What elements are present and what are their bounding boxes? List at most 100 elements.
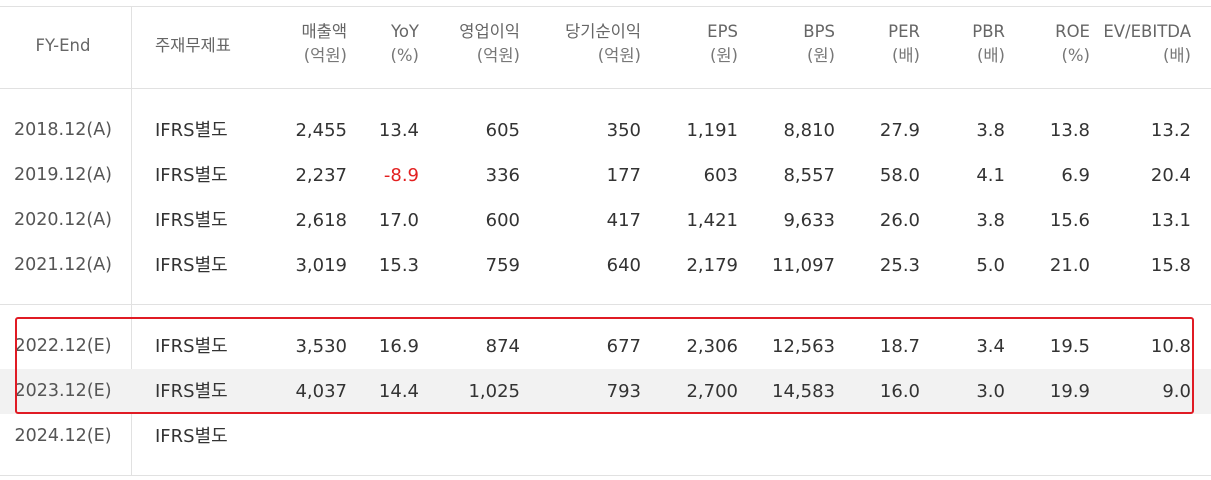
yoy-cell: 15.3 [378, 255, 419, 276]
table-row: 2024.12(E) IFRS별도 [0, 414, 1211, 459]
header-net-income: 당기순이익 (억원) [565, 20, 641, 68]
header-revenue: 매출액 (억원) [301, 20, 347, 68]
header-unit: (억원) [597, 46, 641, 65]
header-unit: (배) [1162, 46, 1191, 65]
table-row: 2019.12(A) IFRS별도 2,237 -8.9 336 177 603 8,557 5… [0, 153, 1211, 198]
eps-cell: 1,421 [686, 210, 738, 231]
roe-cell: 19.5 [1049, 336, 1090, 357]
fy-cell: 2022.12(E) [14, 336, 112, 356]
eps-cell: 1,191 [686, 120, 738, 141]
revenue-cell: 2,618 [295, 210, 347, 231]
net-income-cell: 793 [606, 381, 641, 402]
financial-summary-table: FY-End 주재무제표 매출액 (억원) YoY (%) 영업이익 (억원) … [0, 0, 1211, 480]
ev-ebitda-cell: 15.8 [1150, 255, 1191, 276]
ev-ebitda-cell: 20.4 [1150, 165, 1191, 186]
table-row: 2021.12(A) IFRS별도 3,019 15.3 759 640 2,179 11,0… [0, 243, 1211, 288]
eps-cell: 2,700 [686, 381, 738, 402]
pbr-cell: 3.8 [976, 120, 1005, 141]
statement-cell: IFRS별도 [155, 255, 228, 276]
column-divider [131, 6, 132, 88]
pbr-cell: 4.1 [976, 165, 1005, 186]
revenue-cell: 4,037 [295, 381, 347, 402]
fy-cell: 2018.12(A) [14, 120, 112, 140]
bps-cell: 12,563 [772, 336, 835, 357]
header-unit: (%) [1061, 46, 1090, 65]
header-unit: (억원) [476, 46, 520, 65]
header-label: ROE [1055, 22, 1090, 41]
statement-cell: IFRS별도 [155, 381, 228, 402]
roe-cell: 15.6 [1049, 210, 1090, 231]
per-cell: 58.0 [879, 165, 920, 186]
header-label: EPS [707, 22, 738, 41]
roe-cell: 21.0 [1049, 255, 1090, 276]
revenue-cell: 2,237 [295, 165, 347, 186]
per-cell: 25.3 [879, 255, 920, 276]
pbr-cell: 3.0 [976, 381, 1005, 402]
statement-cell: IFRS별도 [155, 120, 228, 141]
fy-cell: 2019.12(A) [14, 165, 112, 185]
header-ev-ebitda: EV/EBITDA (배) [1103, 20, 1191, 68]
bps-cell: 14,583 [772, 381, 835, 402]
fy-cell: 2021.12(A) [14, 255, 112, 275]
header-unit: (%) [390, 46, 419, 65]
header-operating-profit: 영업이익 (억원) [459, 20, 520, 68]
header-unit: (배) [976, 46, 1005, 65]
header-label: BPS [803, 22, 835, 41]
statement-cell: IFRS별도 [155, 165, 228, 186]
header-roe: ROE (%) [1055, 20, 1090, 68]
header-label: PBR [972, 22, 1005, 41]
revenue-cell: 2,455 [295, 120, 347, 141]
operating-profit-cell: 336 [485, 165, 520, 186]
operating-profit-cell: 874 [485, 336, 520, 357]
fy-cell: 2020.12(A) [14, 210, 112, 230]
net-income-cell: 177 [606, 165, 641, 186]
per-cell: 18.7 [879, 336, 920, 357]
pbr-cell: 3.8 [976, 210, 1005, 231]
bps-cell: 8,810 [783, 120, 835, 141]
header-per: PER (배) [888, 20, 920, 68]
table-top-border [0, 6, 1211, 7]
statement-cell: IFRS별도 [155, 336, 228, 357]
net-income-cell: 640 [606, 255, 641, 276]
revenue-cell: 3,530 [295, 336, 347, 357]
bps-cell: 11,097 [772, 255, 835, 276]
yoy-cell: 17.0 [378, 210, 419, 231]
statement-cell: IFRS별도 [155, 426, 228, 447]
net-income-cell: 350 [606, 120, 641, 141]
operating-profit-cell: 605 [485, 120, 520, 141]
header-label: YoY [390, 22, 419, 41]
eps-cell: 2,179 [686, 255, 738, 276]
yoy-cell: 16.9 [378, 336, 419, 357]
pbr-cell: 5.0 [976, 255, 1005, 276]
header-unit: (억원) [303, 46, 347, 65]
roe-cell: 19.9 [1049, 381, 1090, 402]
yoy-cell: 13.4 [378, 120, 419, 141]
header-pbr: PBR (배) [972, 20, 1005, 68]
header-fy-end: FY-End [35, 36, 91, 55]
eps-cell: 603 [703, 165, 738, 186]
table-row: 2023.12(E) IFRS별도 4,037 14.4 1,025 793 2,700 14… [0, 369, 1211, 414]
fy-cell: 2023.12(E) [14, 381, 112, 401]
header-unit: (배) [891, 46, 920, 65]
operating-profit-cell: 600 [485, 210, 520, 231]
header-unit: (원) [709, 46, 738, 65]
header-label: 매출액 [301, 22, 347, 41]
fy-cell: 2024.12(E) [14, 426, 112, 446]
statement-cell: IFRS별도 [155, 210, 228, 231]
per-cell: 16.0 [879, 381, 920, 402]
yoy-cell: 14.4 [378, 381, 419, 402]
header-label: PER [888, 22, 920, 41]
header-label: 영업이익 [459, 22, 520, 41]
ev-ebitda-cell: 13.1 [1150, 210, 1191, 231]
ev-ebitda-cell: 13.2 [1150, 120, 1191, 141]
header-unit: (원) [806, 46, 835, 65]
net-income-cell: 417 [606, 210, 641, 231]
table-row: 2018.12(A) IFRS별도 2,455 13.4 605 350 1,191 8,81… [0, 108, 1211, 153]
ev-ebitda-cell: 10.8 [1150, 336, 1191, 357]
per-cell: 26.0 [879, 210, 920, 231]
header-yoy: YoY (%) [390, 20, 419, 68]
yoy-cell: -8.9 [383, 165, 419, 186]
table-row: 2020.12(A) IFRS별도 2,618 17.0 600 417 1,421 9,63… [0, 198, 1211, 243]
pbr-cell: 3.4 [976, 336, 1005, 357]
header-bps: BPS (원) [803, 20, 835, 68]
